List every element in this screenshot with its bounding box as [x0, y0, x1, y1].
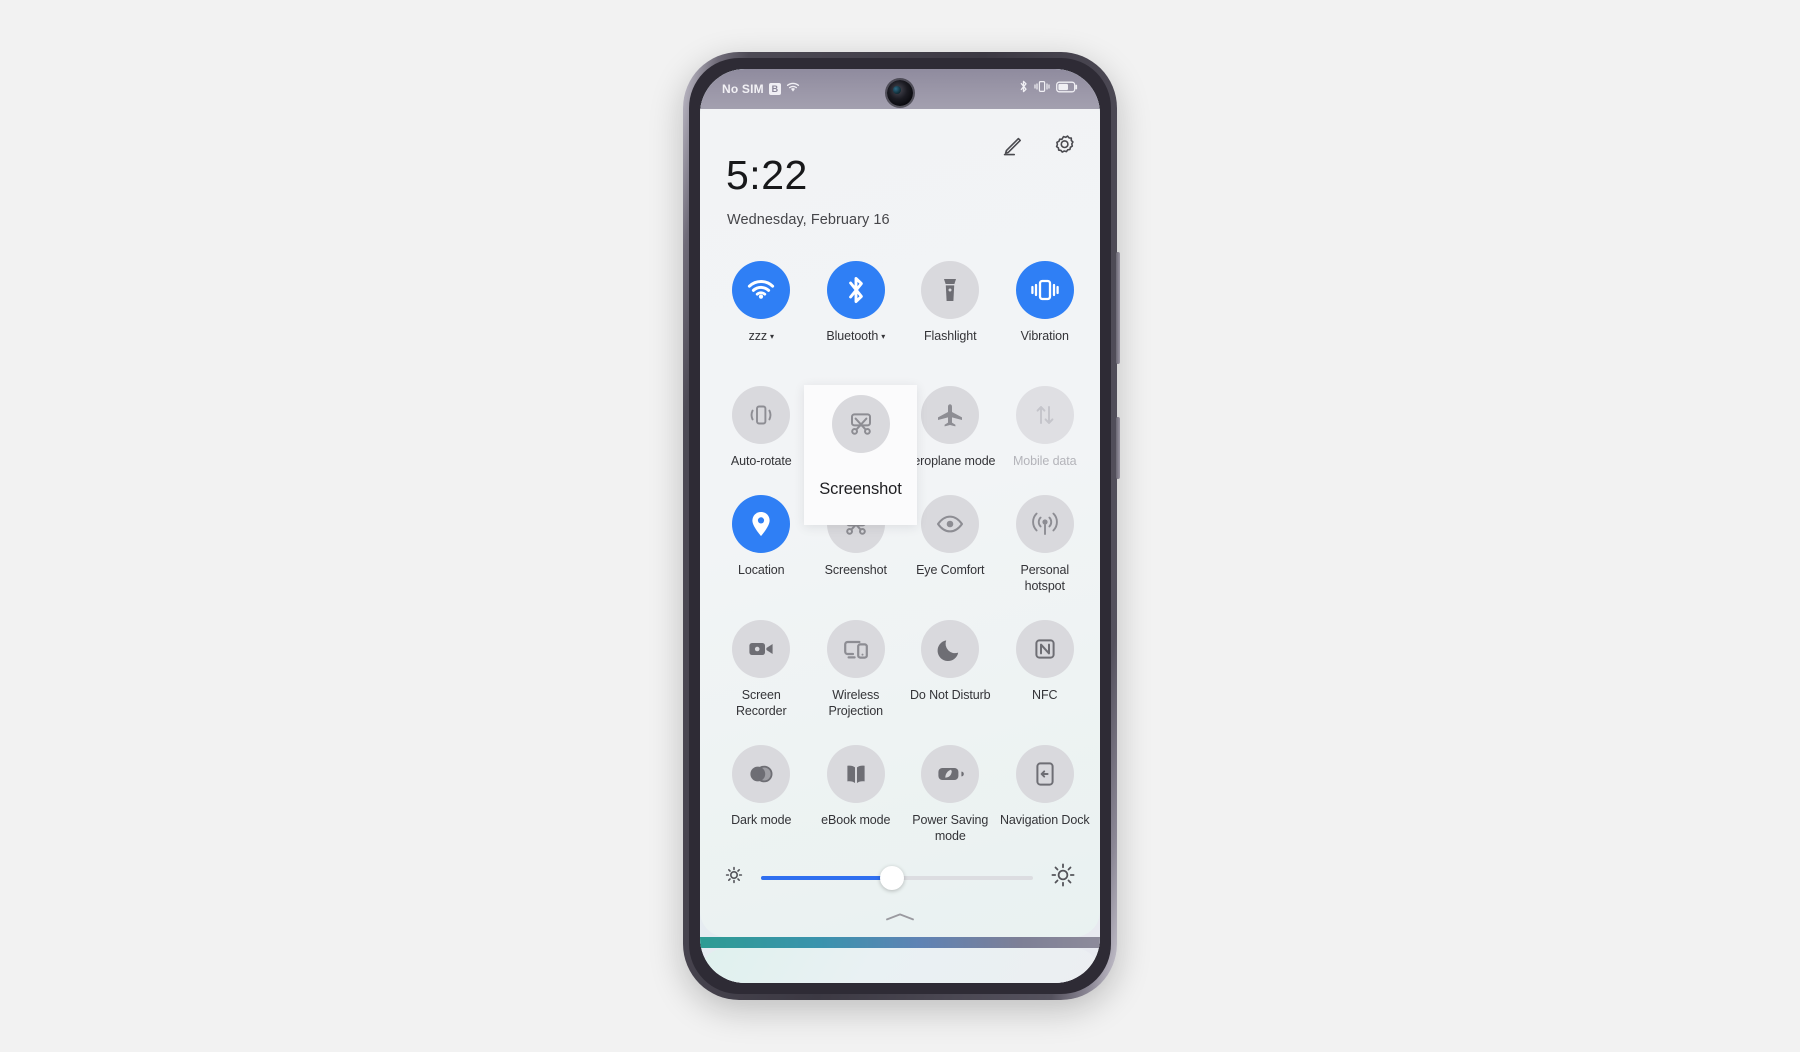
- auto-rotate-icon: [732, 386, 791, 444]
- tile-mobile-data[interactable]: Mobile data: [998, 386, 1093, 469]
- vibrate-icon: [1034, 80, 1050, 98]
- tooltip-label: Screenshot: [819, 480, 902, 498]
- tile-label: Vibration: [1020, 329, 1069, 343]
- volume-button[interactable]: [1116, 252, 1120, 364]
- screenshot-icon: [831, 395, 890, 453]
- tile-label: Power Saving mode: [912, 813, 989, 843]
- tile-wifi[interactable]: zzz ▾: [714, 261, 809, 344]
- tile-label: Auto-rotate: [730, 454, 792, 468]
- tile-label: Bluetooth ▾: [826, 329, 886, 343]
- brightness-low-icon: [724, 865, 744, 890]
- tile-label: Eye Comfort: [916, 563, 985, 577]
- pencil-icon[interactable]: [996, 131, 1026, 161]
- dark-mode-icon: [732, 745, 791, 803]
- vibration-icon: [1015, 261, 1074, 319]
- tile-aeroplane-mode[interactable]: Aeroplane mode: [903, 386, 998, 469]
- carrier-label: No SIM: [722, 82, 764, 96]
- wifi-icon: [786, 80, 800, 98]
- brightness-slider-thumb[interactable]: [879, 865, 904, 890]
- chevron-down-icon[interactable]: ▾: [881, 332, 885, 342]
- brightness-control: [700, 862, 1100, 893]
- phone-device-frame: No SIM B 5:22 Wednesday, February 16 zzz…: [683, 52, 1120, 1000]
- tile-dark-mode[interactable]: Dark mode: [714, 745, 809, 844]
- mobile-data-icon: [1015, 386, 1074, 444]
- wallpaper-gradient-strip: [700, 937, 1100, 948]
- screen-recorder-icon: [732, 620, 791, 678]
- battery-saver-icon: [921, 745, 980, 803]
- chevron-down-icon[interactable]: ▾: [770, 332, 774, 342]
- tile-flashlight[interactable]: Flashlight: [903, 261, 998, 344]
- tile-label: Do Not Disturb: [909, 688, 991, 702]
- tile-label: Mobile data: [1012, 454, 1077, 468]
- tile-label: Personal hotspot: [1020, 563, 1070, 593]
- sim-badge: B: [768, 83, 781, 95]
- tile-do-not-disturb[interactable]: Do Not Disturb: [903, 620, 998, 719]
- battery-icon: [1056, 80, 1078, 98]
- tile-ebook-mode[interactable]: eBook mode: [809, 745, 904, 844]
- tile-personal-hotspot[interactable]: Personal hotspot: [998, 495, 1093, 594]
- quick-settings-row: Dark mode eBook mode Power Saving mode N…: [714, 745, 1092, 844]
- gear-icon[interactable]: [1048, 131, 1078, 161]
- status-bar-right: [1019, 80, 1078, 98]
- clock-date: Wednesday, February 16: [727, 212, 890, 228]
- status-bar-left: No SIM B: [722, 80, 800, 98]
- tile-eye-comfort[interactable]: Eye Comfort: [903, 495, 998, 594]
- tile-vibration[interactable]: Vibration: [998, 261, 1093, 344]
- tile-nfc[interactable]: NFC: [998, 620, 1093, 719]
- control-center-panel: 5:22 Wednesday, February 16 zzz ▾ Blueto…: [700, 109, 1100, 937]
- screenshot-canvas: No SIM B 5:22 Wednesday, February 16 zzz…: [0, 0, 1800, 1052]
- screenshot-tooltip[interactable]: Screenshot: [804, 385, 917, 525]
- phone-bezel: No SIM B 5:22 Wednesday, February 16 zzz…: [689, 58, 1111, 994]
- control-center-actions: [996, 131, 1078, 161]
- home-screen-panel: [700, 948, 1100, 983]
- tile-power-saving-mode[interactable]: Power Saving mode: [903, 745, 998, 844]
- tile-label: zzz ▾: [748, 329, 774, 343]
- location-pin-icon: [732, 495, 791, 553]
- tile-label: Navigation Dock: [999, 813, 1090, 827]
- clock-time: 5:22: [726, 152, 808, 198]
- chevron-up-icon[interactable]: [880, 909, 920, 925]
- tile-label: eBook mode: [821, 813, 891, 827]
- phone-screen: No SIM B 5:22 Wednesday, February 16 zzz…: [700, 69, 1100, 983]
- quick-settings-row: Screen Recorder Wireless Projection Do N…: [714, 620, 1092, 719]
- book-icon: [826, 745, 885, 803]
- tile-screen-recorder[interactable]: Screen Recorder: [714, 620, 809, 719]
- quick-settings-row: zzz ▾ Bluetooth ▾ Flashlight Vibration: [714, 261, 1092, 344]
- tile-wireless-projection[interactable]: Wireless Projection: [809, 620, 904, 719]
- hotspot-icon: [1015, 495, 1074, 553]
- bluetooth-icon: [1019, 80, 1028, 98]
- tile-label: Wireless Projection: [828, 688, 884, 718]
- tile-label: Location: [738, 563, 785, 577]
- wifi-icon: [732, 261, 791, 319]
- aeroplane-icon: [921, 386, 980, 444]
- power-button[interactable]: [1116, 417, 1120, 479]
- tile-navigation-dock[interactable]: Navigation Dock: [998, 745, 1093, 844]
- wireless-projection-icon: [826, 620, 885, 678]
- tile-location[interactable]: Location: [714, 495, 809, 594]
- tile-auto-rotate[interactable]: Auto-rotate: [714, 386, 809, 469]
- tile-label: Screen Recorder: [735, 688, 787, 718]
- tile-label: NFC: [1032, 688, 1058, 702]
- bluetooth-icon: [826, 261, 885, 319]
- eye-icon: [921, 495, 980, 553]
- tile-label: Aeroplane mode: [905, 454, 996, 468]
- tile-bluetooth[interactable]: Bluetooth ▾: [809, 261, 904, 344]
- brightness-slider-fill: [761, 875, 892, 880]
- moon-icon: [921, 620, 980, 678]
- flashlight-icon: [921, 261, 980, 319]
- front-camera-icon: [887, 80, 913, 106]
- tile-label: Screenshot: [824, 563, 887, 577]
- brightness-high-icon: [1050, 862, 1076, 893]
- tile-label: Flashlight: [924, 329, 977, 343]
- brightness-slider[interactable]: [761, 865, 1033, 890]
- quick-settings-grid: zzz ▾ Bluetooth ▾ Flashlight Vibration A…: [714, 261, 1092, 844]
- tile-label: Dark mode: [731, 813, 792, 827]
- nfc-icon: [1015, 620, 1074, 678]
- navigation-dock-icon: [1015, 745, 1074, 803]
